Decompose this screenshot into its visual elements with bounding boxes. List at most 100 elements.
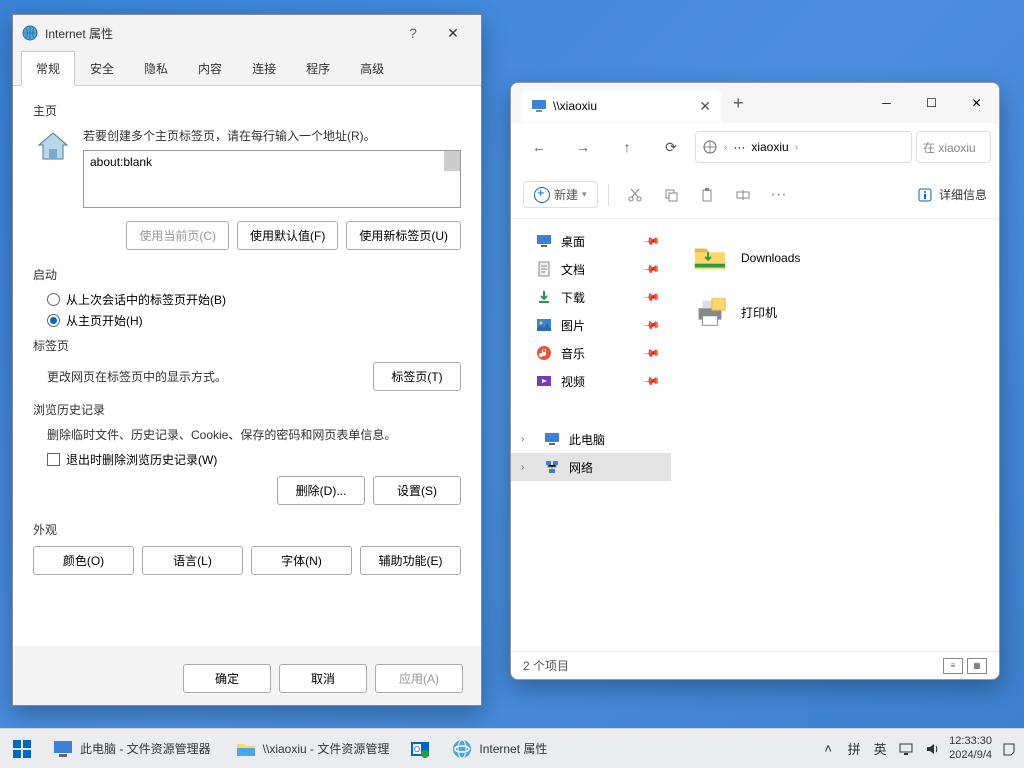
rename-button[interactable] (727, 179, 759, 211)
accessibility-button[interactable]: 辅助功能(E) (360, 546, 461, 575)
tray-chevron-icon[interactable]: ˄ (819, 740, 837, 758)
checkbox-icon (47, 453, 60, 466)
tab-content[interactable]: 内容 (183, 51, 237, 85)
address-bar[interactable]: › ··· xiaoxiu › (695, 131, 912, 163)
item-printer[interactable]: 打印机 (683, 285, 987, 339)
more-button[interactable]: ··· (763, 179, 795, 211)
ie-icon (451, 738, 473, 760)
search-input[interactable]: 在 xiaoxiu (916, 131, 991, 163)
chevron-icon: › (795, 142, 798, 153)
cancel-button[interactable]: 取消 (279, 664, 367, 693)
apply-button[interactable]: 应用(A) (375, 664, 463, 693)
pin-icon: 📌 (643, 260, 662, 279)
sidebar-item-documents[interactable]: 文档📌 (511, 255, 671, 283)
sidebar-item-videos[interactable]: 视频📌 (511, 367, 671, 395)
network-icon[interactable] (897, 740, 915, 758)
explorer-content[interactable]: Downloads 打印机 (671, 219, 999, 651)
delete-button[interactable]: 删除(D)... (277, 476, 365, 505)
clock[interactable]: 12:33:30 2024/9/4 (949, 735, 992, 761)
close-button[interactable]: ✕ (954, 83, 999, 123)
status-text: 2 个项目 (523, 657, 569, 674)
view-grid-button[interactable]: ▦ (967, 658, 987, 674)
ime-lang[interactable]: 英 (871, 740, 889, 758)
pin-icon: 📌 (643, 344, 662, 363)
sidebar-item-downloads[interactable]: 下载📌 (511, 283, 671, 311)
forward-button[interactable]: → (563, 131, 603, 163)
task-outlook[interactable]: O (403, 733, 437, 765)
notifications-icon[interactable] (1000, 740, 1018, 758)
radio-icon (47, 314, 60, 327)
minimize-button[interactable]: ─ (864, 83, 909, 123)
appearance-section: 外观 (33, 521, 461, 538)
font-button[interactable]: 字体(N) (251, 546, 352, 575)
task-xiaoxiu[interactable]: \\xiaoxiu - 文件资源管理 (225, 733, 400, 765)
new-tab-button[interactable]: + (733, 93, 744, 114)
help-button[interactable]: ? (393, 25, 433, 41)
cut-button[interactable] (619, 179, 651, 211)
copy-button[interactable] (655, 179, 687, 211)
task-this-pc[interactable]: 此电脑 - 文件资源管理器 (42, 733, 221, 765)
home-icon (33, 127, 73, 167)
delete-on-exit-checkbox[interactable]: 退出时删除浏览历史记录(W) (47, 451, 461, 468)
use-default-button[interactable]: 使用默认值(F) (237, 221, 338, 250)
tab-connections[interactable]: 连接 (237, 51, 291, 85)
tab-security[interactable]: 安全 (75, 51, 129, 85)
radio-last-session[interactable]: 从上次会话中的标签页开始(B) (47, 291, 461, 308)
refresh-button[interactable]: ⟳ (651, 131, 691, 163)
chevron-right-icon: › (521, 434, 535, 445)
scrollbar-thumb[interactable] (444, 151, 460, 171)
close-button[interactable]: ✕ (433, 25, 473, 42)
system-tray: ˄ 拼 英 12:33:30 2024/9/4 (819, 735, 1018, 761)
task-internet-properties[interactable]: Internet 属性 (441, 733, 557, 765)
use-newtab-button[interactable]: 使用新标签页(U) (346, 221, 461, 250)
homepage-input[interactable] (83, 150, 461, 208)
ok-button[interactable]: 确定 (183, 664, 271, 693)
folder-icon (691, 239, 729, 277)
separator (608, 184, 609, 206)
history-desc: 删除临时文件、历史记录、Cookie、保存的密码和网页表单信息。 (47, 426, 461, 443)
sidebar-item-network[interactable]: ›网络 (511, 453, 671, 481)
ime-pinyin[interactable]: 拼 (845, 740, 863, 758)
paste-button[interactable] (691, 179, 723, 211)
color-button[interactable]: 颜色(O) (33, 546, 134, 575)
new-button[interactable]: 新建▾ (523, 181, 598, 208)
pin-icon: 📌 (643, 232, 662, 251)
item-downloads[interactable]: Downloads (683, 231, 987, 285)
settings-button[interactable]: 设置(S) (373, 476, 461, 505)
taskbar: 此电脑 - 文件资源管理器 \\xiaoxiu - 文件资源管理 O Inter… (0, 728, 1024, 768)
sidebar-item-pictures[interactable]: 图片📌 (511, 311, 671, 339)
explorer-statusbar: 2 个项目 ≡ ▦ (511, 651, 999, 679)
use-current-button[interactable]: 使用当前页(C) (126, 221, 229, 250)
volume-icon[interactable] (923, 740, 941, 758)
explorer-sidebar: 桌面📌 文档📌 下载📌 图片📌 音乐📌 视频📌 ›此电脑 ›网络 (511, 219, 671, 651)
radio-from-home[interactable]: 从主页开始(H) (47, 312, 461, 329)
maximize-button[interactable]: ☐ (909, 83, 954, 123)
tab-privacy[interactable]: 隐私 (129, 51, 183, 85)
tab-programs[interactable]: 程序 (291, 51, 345, 85)
sidebar-item-music[interactable]: 音乐📌 (511, 339, 671, 367)
explorer-tab[interactable]: \\xiaoxiu ✕ (521, 90, 721, 122)
explorer-nav: ← → ↑ ⟳ › ··· xiaoxiu › 在 xiaoxiu (511, 123, 999, 171)
view-list-button[interactable]: ≡ (943, 658, 963, 674)
tab-advanced[interactable]: 高级 (345, 51, 399, 85)
back-button[interactable]: ← (519, 131, 559, 163)
start-button[interactable] (6, 733, 38, 765)
explorer-window: \\xiaoxiu ✕ + ─ ☐ ✕ ← → ↑ ⟳ › ··· xiaoxi… (510, 82, 1000, 680)
tabpage-desc: 更改网页在标签页中的显示方式。 (47, 368, 373, 385)
history-section: 浏览历史记录 (33, 401, 461, 418)
up-button[interactable]: ↑ (607, 131, 647, 163)
tab-close-icon[interactable]: ✕ (699, 98, 711, 115)
sidebar-item-desktop[interactable]: 桌面📌 (511, 227, 671, 255)
sidebar-item-this-pc[interactable]: ›此电脑 (511, 425, 671, 453)
globe-icon (702, 139, 718, 155)
explorer-titlebar: \\xiaoxiu ✕ + ─ ☐ ✕ (511, 83, 999, 123)
info-icon (917, 187, 933, 203)
language-button[interactable]: 语言(L) (142, 546, 243, 575)
dialog-titlebar: Internet 属性 ? ✕ (13, 15, 481, 51)
tabpage-button[interactable]: 标签页(T) (373, 362, 461, 391)
tab-general[interactable]: 常规 (21, 51, 75, 86)
internet-icon (21, 24, 39, 42)
details-button[interactable]: 详细信息 (917, 186, 987, 203)
tab-title: \\xiaoxiu (553, 99, 597, 113)
chevron-right-icon: › (521, 462, 535, 473)
